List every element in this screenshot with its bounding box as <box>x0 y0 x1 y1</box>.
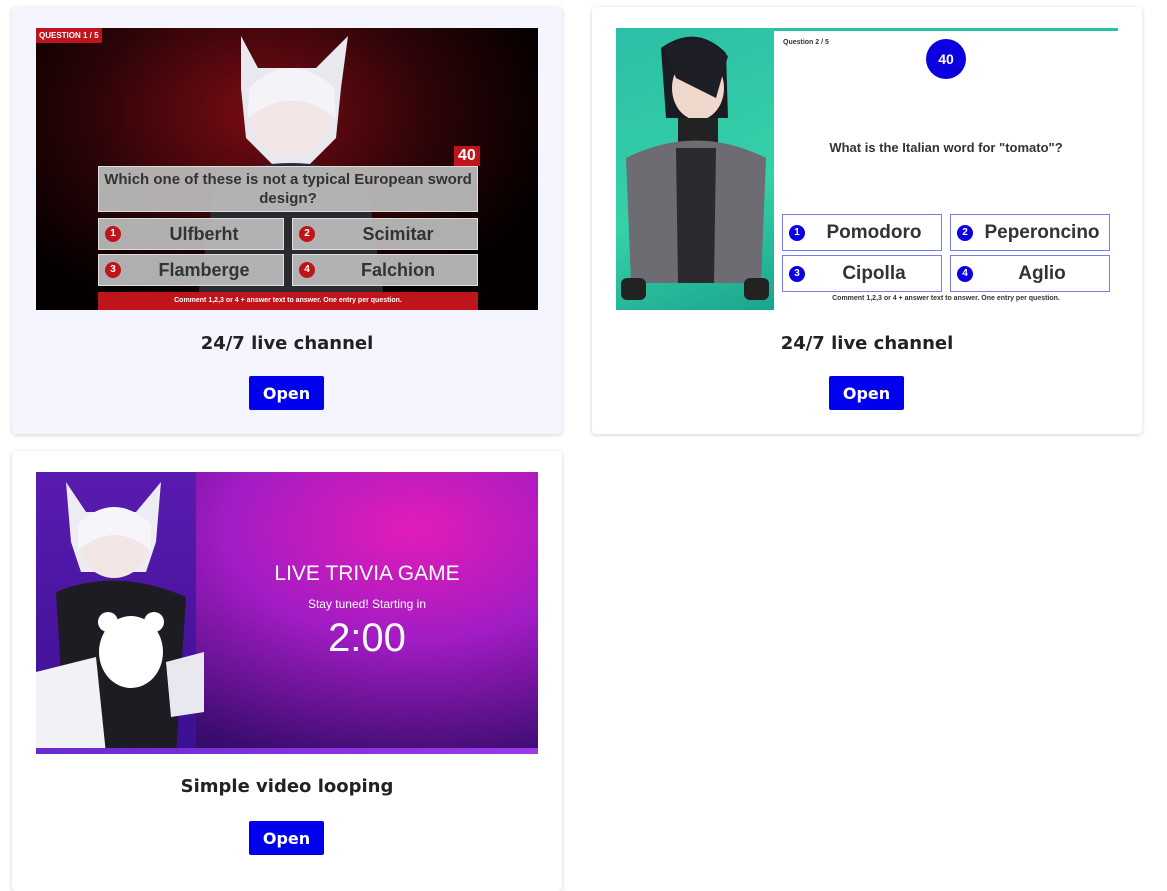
answer-option: 1 Pomodoro <box>782 214 942 251</box>
answer-option: 1 Ulfberht <box>98 218 284 250</box>
character-illustration <box>621 36 769 300</box>
card-title: 24/7 live channel <box>200 333 374 354</box>
answer-text: Peperoncino <box>984 222 1100 243</box>
answer-number: 2 <box>299 226 315 242</box>
character-illustration <box>36 482 204 754</box>
answer-number: 4 <box>299 262 315 278</box>
answer-number: 4 <box>957 266 973 282</box>
instructions-footer: Comment 1,2,3 or 4 + answer text to answ… <box>98 292 478 310</box>
answer-option: 2 Peperoncino <box>950 214 1110 251</box>
trivia-heading: LIVE TRIVIA GAME <box>274 562 460 585</box>
template-card-2: Question 2 / 5 40 What is the Italian wo… <box>592 7 1142 434</box>
countdown-timer: 2:00 <box>328 616 406 660</box>
answer-text: Aglio <box>1018 263 1066 284</box>
question-badge: QUESTION 1 / 5 <box>36 28 102 43</box>
answer-number: 3 <box>105 262 121 278</box>
template-thumbnail-1: QUESTION 1 / 5 40 Which one of these is … <box>36 28 538 310</box>
timer-badge: 40 <box>926 39 966 79</box>
answer-text: Pomodoro <box>826 222 922 243</box>
answer-number: 3 <box>789 266 805 282</box>
answer-option: 3 Cipolla <box>782 255 942 292</box>
answer-text: Ulfberht <box>169 224 239 244</box>
character-panel <box>616 28 774 310</box>
template-card-1: QUESTION 1 / 5 40 Which one of these is … <box>12 7 562 434</box>
accent-bar <box>36 748 538 754</box>
question-text: What is the Italian word for "tomato"? <box>829 140 1063 155</box>
template-thumbnail-2: Question 2 / 5 40 What is the Italian wo… <box>616 28 1118 310</box>
open-button[interactable]: Open <box>829 376 904 410</box>
answer-text: Flamberge <box>158 260 250 280</box>
answer-option: 4 Falchion <box>292 254 478 286</box>
timer-badge: 40 <box>454 146 480 166</box>
trivia-subheading: Stay tuned! Starting in <box>307 597 427 611</box>
open-button[interactable]: Open <box>249 821 324 855</box>
answer-number: 1 <box>105 226 121 242</box>
open-button[interactable]: Open <box>249 376 324 410</box>
answer-number: 1 <box>789 225 805 241</box>
card-title: Simple video looping <box>180 776 394 797</box>
answer-text: Falchion <box>360 260 435 280</box>
answer-text: Cipolla <box>842 263 906 284</box>
card-title: 24/7 live channel <box>780 333 954 354</box>
question-badge: Question 2 / 5 <box>783 39 829 46</box>
character-panel <box>36 472 204 754</box>
answer-option: 4 Aglio <box>950 255 1110 292</box>
instructions-footer: Comment 1,2,3 or 4 + answer text to answ… <box>832 295 1060 302</box>
answer-text: Scimitar <box>362 224 434 244</box>
answer-option: 3 Flamberge <box>98 254 284 286</box>
answer-option: 2 Scimitar <box>292 218 478 250</box>
template-card-3: LIVE TRIVIA GAME Stay tuned! Starting in… <box>12 451 562 891</box>
template-thumbnail-3: LIVE TRIVIA GAME Stay tuned! Starting in… <box>36 472 538 754</box>
answer-number: 2 <box>957 225 973 241</box>
question-text: Which one of these is not a typical Euro… <box>98 166 478 212</box>
accent-line <box>774 28 1118 31</box>
